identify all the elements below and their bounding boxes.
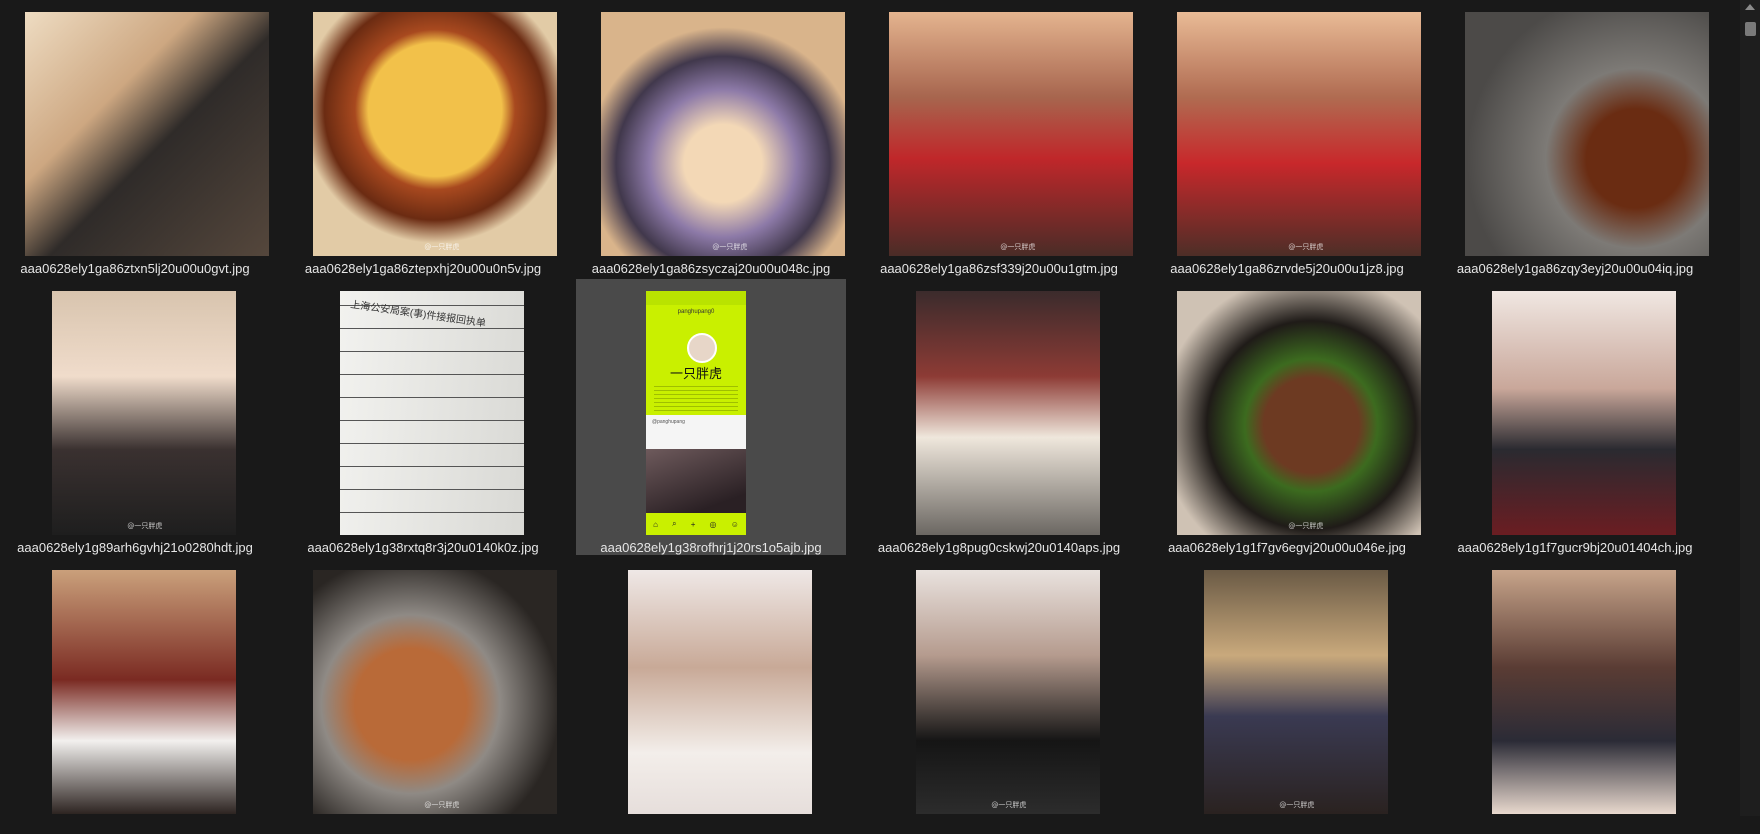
watermark: @一只胖虎 <box>1279 801 1315 809</box>
image-thumbnail[interactable]: @一只胖虎 <box>1177 12 1421 256</box>
file-tile[interactable]: @一只胖虎 aaa0628ely1ga86ztepxhj20u00u0n5v.jp… <box>288 0 558 276</box>
document-photo: 上海公安局案(事)件接报回执单 <box>340 291 524 535</box>
file-tile[interactable]: 上海公安局案(事)件接报回执单 aaa0628ely1g38rxtq8r3j20u… <box>288 279 558 555</box>
file-name-label: aaa0628ely1ga86zsyczaj20u00u048c.jpg <box>591 261 831 276</box>
watermark: @一只胖虎 <box>127 522 163 530</box>
watermark: @一只胖虎 <box>1288 522 1324 530</box>
image-thumbnail[interactable]: @一只胖虎 <box>52 291 236 535</box>
image-thumbnail[interactable]: @一只胖虎 <box>1204 570 1388 814</box>
file-name-label: aaa0628ely1g8pug0cskwj20u0140aps.jpg <box>877 540 1121 555</box>
file-tile[interactable]: panghupang0 一只胖虎 @panghupang ⌂ ⌕ + ◎ ☺ aaa0628el… <box>576 279 846 555</box>
file-name-label: aaa0628ely1g38rofhrj1j20rs1o5ajb.jpg <box>600 540 822 555</box>
nav-icon: ⌂ <box>653 519 658 529</box>
account-label: @panghupang <box>652 419 685 425</box>
file-name-label: aaa0628ely1ga86zsf339j20u00u1gtm.jpg <box>880 261 1118 276</box>
file-tile[interactable]: @一只胖虎 <box>288 558 558 834</box>
phone-screenshot: panghupang0 一只胖虎 @panghupang ⌂ ⌕ + ◎ ☺ <box>646 291 746 535</box>
watermark: @一只胖虎 <box>424 243 460 251</box>
nav-icon: ⌕ <box>672 519 677 528</box>
file-name-label: aaa0628ely1g1f7gucr9bj20u01404ch.jpg <box>1457 540 1693 555</box>
nav-icon: ☺ <box>730 519 739 529</box>
image-thumbnail[interactable] <box>628 570 812 814</box>
image-thumbnail[interactable]: @一只胖虎 <box>313 570 557 814</box>
image-thumbnail[interactable] <box>1465 12 1709 256</box>
watermark: @一只胖虎 <box>712 243 748 251</box>
nav-icon: + <box>690 519 696 529</box>
image-thumbnail[interactable]: @一只胖虎 <box>313 12 557 256</box>
file-tile[interactable]: aaa0628ely1g1f7gucr9bj20u01404ch.jpg <box>1440 279 1710 555</box>
vertical-scrollbar[interactable] <box>1740 0 1760 816</box>
watermark: @一只胖虎 <box>424 801 460 809</box>
file-tile[interactable] <box>0 558 270 834</box>
file-name-label: aaa0628ely1g38rxtq8r3j20u0140k0z.jpg <box>307 540 539 555</box>
image-thumbnail[interactable]: 上海公安局案(事)件接报回执单 <box>340 291 524 535</box>
file-tile[interactable] <box>576 558 846 834</box>
file-tile[interactable]: @一只胖虎 aaa0628ely1ga86zsyczaj20u00u048c.jp… <box>576 0 846 276</box>
file-tile[interactable]: @一只胖虎 aaa0628ely1ga86zrvde5j20u00u1jz8.jp… <box>1152 0 1422 276</box>
document-title: 上海公安局案(事)件接报回执单 <box>349 299 487 330</box>
scroll-thumb[interactable] <box>1745 22 1756 36</box>
profile-bio <box>654 383 738 413</box>
profile-name: 一只胖虎 <box>669 367 722 382</box>
account-row: @panghupang <box>646 415 746 449</box>
file-tile[interactable]: @一只胖虎 <box>1152 558 1422 834</box>
file-name-label: aaa0628ely1ga86ztxn5lj20u00u0gvt.jpg <box>20 261 250 276</box>
watermark: @一只胖虎 <box>991 801 1027 809</box>
status-bar <box>646 291 746 305</box>
watermark: @一只胖虎 <box>1000 243 1036 251</box>
file-tile[interactable]: @一只胖虎 aaa0628ely1g89arh6gvhj21o0280hdt.jp… <box>0 279 270 555</box>
file-tile[interactable]: aaa0628ely1g8pug0cskwj20u0140aps.jpg <box>864 279 1134 555</box>
file-tile[interactable]: aaa0628ely1ga86ztxn5lj20u00u0gvt.jpg <box>0 0 270 276</box>
image-thumbnail[interactable] <box>1492 291 1676 535</box>
file-name-label: aaa0628ely1ga86zrvde5j20u00u1jz8.jpg <box>1170 261 1404 276</box>
image-thumbnail[interactable]: panghupang0 一只胖虎 @panghupang ⌂ ⌕ + ◎ ☺ <box>646 291 746 535</box>
image-thumbnail[interactable] <box>916 291 1100 535</box>
watermark: @一只胖虎 <box>1288 243 1324 251</box>
image-thumbnail[interactable] <box>25 12 269 256</box>
file-name-label: aaa0628ely1ga86ztepxhj20u00u0n5v.jpg <box>304 261 542 276</box>
file-tile[interactable]: @一只胖虎 <box>864 558 1134 834</box>
image-thumbnail[interactable]: @一只胖虎 <box>889 12 1133 256</box>
bottom-nav: ⌂ ⌕ + ◎ ☺ <box>646 513 746 535</box>
file-tile[interactable]: aaa0628ely1ga86zqy3eyj20u00u04iq.jpg <box>1440 0 1710 276</box>
image-thumbnail[interactable]: @一只胖虎 <box>1177 291 1421 535</box>
file-name-label: aaa0628ely1g1f7gv6egvj20u00u046e.jpg <box>1168 540 1406 555</box>
image-thumbnail[interactable] <box>1492 570 1676 814</box>
profile-handle: panghupang0 <box>677 309 715 315</box>
file-name-label: aaa0628ely1ga86zqy3eyj20u00u04iq.jpg <box>1456 261 1694 276</box>
thumbnail-grid: aaa0628ely1ga86ztxn5lj20u00u0gvt.jpg @一只胖… <box>0 0 1740 816</box>
image-thumbnail[interactable]: @一只胖虎 <box>916 570 1100 814</box>
file-tile[interactable] <box>1440 558 1710 834</box>
avatar <box>687 333 717 363</box>
scroll-up-arrow-icon[interactable] <box>1745 4 1755 10</box>
file-name-label: aaa0628ely1g89arh6gvhj21o0280hdt.jpg <box>17 540 253 555</box>
image-thumbnail[interactable] <box>52 570 236 814</box>
nav-icon: ◎ <box>709 519 717 529</box>
image-thumbnail[interactable]: @一只胖虎 <box>601 12 845 256</box>
file-tile[interactable]: @一只胖虎 aaa0628ely1g1f7gv6egvj20u00u046e.jp… <box>1152 279 1422 555</box>
file-tile[interactable]: @一只胖虎 aaa0628ely1ga86zsf339j20u00u1gtm.jp… <box>864 0 1134 276</box>
